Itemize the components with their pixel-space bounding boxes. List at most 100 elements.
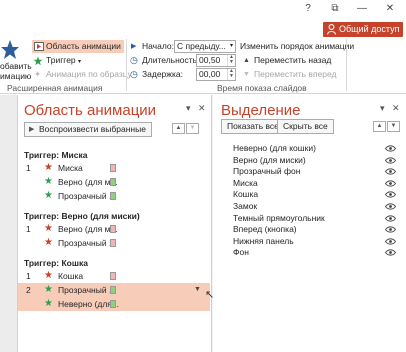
start-label: ▶ Начало: [130, 40, 174, 53]
effect-star-icon: ★ [44, 237, 53, 248]
start-play-icon: ▶ [131, 43, 137, 50]
delay-spin-icon[interactable]: ▲ ▼ [227, 69, 235, 80]
share-button[interactable]: Общий доступ [323, 22, 403, 37]
group-separator [346, 39, 347, 91]
move-later-label: Переместить вперед [254, 69, 337, 79]
animation-painter-label: Анимация по образцу [46, 69, 132, 79]
minimize-button[interactable]: — [352, 2, 372, 16]
play-selected-button[interactable]: ▶ Воспроизвести выбранные [24, 122, 152, 137]
advanced-animation-group-label: Расширенная анимация [7, 83, 103, 93]
animation-list-item[interactable]: 1 ★ Верно (для м... [18, 222, 210, 236]
animation-list-item[interactable]: 1 ★ Кошка [18, 269, 210, 283]
selection-list-item[interactable]: Миска [233, 178, 258, 188]
visibility-eye-icon[interactable] [385, 226, 396, 233]
animation-list-item[interactable]: ★ Прозрачный ... [18, 189, 210, 203]
task-panes: Область анимации ▾ ✕ ▶ Воспроизвести выб… [0, 95, 406, 352]
animation-item-label: Верно (для м... [58, 177, 118, 187]
visibility-eye-icon[interactable] [385, 215, 396, 222]
visibility-eye-icon[interactable] [385, 168, 396, 175]
duration-spin-icon[interactable]: ▲ ▼ [227, 55, 235, 66]
selection-list-item[interactable]: Фон [233, 247, 249, 257]
clock-icon: ◷ [130, 55, 138, 65]
visibility-eye-icon[interactable] [385, 157, 396, 164]
duration-value: 00,50 [199, 55, 221, 65]
add-animation-star-icon [1, 40, 19, 59]
visibility-eye-icon[interactable] [385, 191, 396, 198]
order-number: 1 [26, 224, 31, 234]
chevron-down-icon: ▾ [78, 59, 82, 65]
animation-pane-title: Область анимации [24, 102, 157, 119]
pane-options-icon[interactable]: ▾ [186, 103, 191, 114]
close-icon[interactable]: ✕ [198, 103, 206, 114]
selection-list-item[interactable]: Кошка [233, 189, 258, 199]
delay-value: 00,00 [199, 69, 221, 79]
animation-item-label: Кошка [58, 271, 84, 281]
selection-list-item[interactable]: Вперед (кнопка) [233, 224, 297, 234]
trigger-label: Триггер [46, 55, 76, 65]
send-backward-icon[interactable]: ▼ [387, 121, 400, 132]
delay-label-text: Задержка: [142, 69, 183, 79]
effect-star-icon: ★ [44, 223, 53, 234]
animation-list-item[interactable]: 1 ★ Миска [18, 161, 210, 175]
share-button-label: Общий доступ [339, 24, 400, 34]
bring-forward-icon[interactable]: ▲ [373, 121, 386, 132]
visibility-eye-icon[interactable] [385, 249, 396, 256]
selection-list-item[interactable]: Нижняя панель [233, 236, 294, 246]
group-separator [126, 39, 127, 91]
ribbon: обавить имацию Область анимации Триггер … [0, 37, 406, 94]
selection-list-item[interactable]: Верно (для миски) [233, 155, 306, 165]
visibility-eye-icon[interactable] [385, 203, 396, 210]
close-button[interactable]: ✕ [380, 2, 400, 16]
start-select[interactable]: С предыду... ▾ [174, 40, 236, 53]
animation-list-item[interactable]: 2 ★ Прозрачный ... ▼ [18, 283, 210, 297]
timeline-bar [110, 178, 116, 186]
delay-stepper[interactable]: 00,00 ▲ ▼ [196, 68, 236, 81]
selection-list-item[interactable]: Прозрачный фон [233, 166, 300, 176]
animation-item-label: Верно (для м... [58, 224, 118, 234]
title-bar: ? ⧉ — ✕ [0, 0, 406, 20]
slide-area-strip [0, 95, 18, 352]
selection-list-item[interactable]: Замок [233, 201, 257, 211]
play-icon: ▶ [29, 126, 35, 133]
effect-star-icon: ★ [44, 162, 53, 173]
animation-list-item[interactable]: ★ Неверно (для... [18, 297, 210, 311]
painter-icon: ✦ [34, 69, 42, 79]
item-menu-icon[interactable]: ▼ [194, 283, 201, 297]
selection-list-item[interactable]: Неверно (для кошки) [233, 143, 316, 153]
timeline-bar [110, 286, 116, 294]
effect-star-icon: ★ [44, 270, 53, 281]
animation-item-label: Прозрачный ... [58, 191, 117, 201]
move-earlier-button[interactable]: ▲ Переместить назад [242, 54, 331, 67]
pane-options-icon[interactable]: ▾ [380, 103, 385, 114]
animation-item-label: Миска [58, 163, 83, 173]
move-later-button[interactable]: ▼ Переместить вперед [242, 68, 337, 81]
trigger-button[interactable]: Триггер ▾ [33, 54, 81, 67]
timeline-bar [110, 164, 116, 172]
move-earlier-label: Переместить назад [254, 55, 332, 65]
duration-stepper[interactable]: 00,50 ▲ ▼ [196, 54, 236, 67]
duration-label: ◷ Длительность: [130, 54, 199, 67]
visibility-eye-icon[interactable] [385, 238, 396, 245]
start-select-value: С предыду... [177, 41, 226, 51]
animation-pane-button[interactable]: Область анимации [32, 40, 124, 53]
move-down-icon[interactable]: ▼ [186, 123, 199, 134]
visibility-eye-icon[interactable] [385, 180, 396, 187]
order-number: 1 [26, 163, 31, 173]
arrow-up-icon: ▲ [243, 57, 250, 64]
animation-list-item[interactable]: ★ Прозрачный ... [18, 236, 210, 250]
animation-list-item[interactable]: ★ Верно (для м... [18, 175, 210, 189]
arrow-down-icon: ▼ [243, 71, 250, 78]
close-icon[interactable]: ✕ [392, 103, 400, 114]
trigger-heading: Триггер: Верно (для миски) [24, 211, 140, 221]
move-up-icon[interactable]: ▲ [172, 123, 185, 134]
animation-painter-button[interactable]: ✦ Анимация по образцу [33, 68, 132, 81]
timeline-bar [110, 192, 116, 200]
play-selected-label: Воспроизвести выбранные [39, 124, 146, 134]
add-animation-button-line2[interactable]: имацию [0, 70, 31, 83]
visibility-eye-icon[interactable] [385, 145, 396, 152]
hide-all-button[interactable]: Скрыть все [277, 119, 334, 134]
selection-list-item[interactable]: Темный прямоугольник [233, 213, 325, 223]
restore-ribbon-icon[interactable]: ⧉ [325, 2, 345, 16]
show-all-button[interactable]: Показать все [221, 119, 285, 134]
help-icon[interactable]: ? [298, 2, 318, 16]
